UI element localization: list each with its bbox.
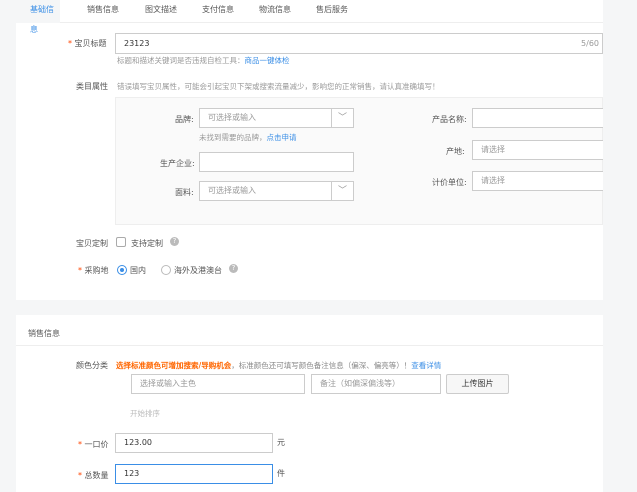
color-input[interactable]: 选择或输入主色 <box>131 374 305 394</box>
tab-after-sales[interactable]: 售后服务 <box>316 0 348 23</box>
fabric-label: 面料: <box>175 188 194 197</box>
upload-image-button[interactable]: 上传图片 <box>446 374 509 394</box>
color-tip: 选择标准颜色可增加搜索/导购机会，标准颜色还可填写颜色备注信息（偏深、偏亮等）！… <box>116 361 442 370</box>
sales-panel <box>16 315 603 492</box>
custom-checkbox[interactable] <box>116 237 126 247</box>
sales-section-title: 销售信息 <box>28 329 60 338</box>
maker-label: 生产企业: <box>160 159 195 168</box>
radio-domestic-label[interactable]: 国内 <box>130 265 146 276</box>
quantity-unit: 件 <box>277 469 285 478</box>
tab-sales[interactable]: 销售信息 <box>87 0 119 23</box>
view-details-link[interactable]: 查看详情 <box>411 361 441 370</box>
origin-select[interactable]: 请选择 <box>472 140 603 160</box>
chevron-down-icon[interactable]: ﹀ <box>331 182 353 200</box>
help-icon[interactable]: ? <box>170 237 179 246</box>
price-unit: 元 <box>277 438 285 447</box>
unit-select[interactable]: 请选择 <box>472 171 603 191</box>
tab-logistics[interactable]: 物流信息 <box>259 0 291 23</box>
title-label: * 宝贝标题 <box>68 39 107 48</box>
product-name-input[interactable] <box>472 108 603 128</box>
title-hint: 标题和描述关键词是否违规自检工具：商品一键体检 <box>117 56 290 65</box>
tab-description[interactable]: 图文描述 <box>145 0 177 23</box>
remark-input[interactable]: 备注（如偏深偏浅等） <box>311 374 441 394</box>
tab-basic[interactable]: 基础信息 <box>16 0 60 34</box>
start-sort-link[interactable]: 开始排序 <box>130 408 160 419</box>
product-check-link[interactable]: 商品一键体检 <box>245 56 290 65</box>
radio-overseas[interactable] <box>161 265 171 275</box>
radio-overseas-label[interactable]: 海外及港澳台 <box>174 265 222 276</box>
divider <box>16 345 603 346</box>
brand-select[interactable]: 可选择或输入 ﹀ <box>199 108 354 128</box>
unit-label: 计价单位: <box>432 178 467 187</box>
help-icon[interactable]: ? <box>229 264 238 273</box>
price-input[interactable]: 123.00 <box>115 433 273 453</box>
category-warning: 错误填写宝贝属性，可能会引起宝贝下架或搜索流量减少，影响您的正常销售，请认真准确… <box>117 82 440 91</box>
brand-hint: 未找到需要的品牌，点击申请 <box>199 133 297 142</box>
custom-label: 宝贝定制 <box>76 239 108 248</box>
apply-brand-link[interactable]: 点击申请 <box>267 133 297 142</box>
maker-input[interactable] <box>199 152 354 172</box>
title-char-count: 5/60 <box>581 39 599 48</box>
color-label: 颜色分类 <box>76 361 108 370</box>
radio-domestic[interactable] <box>117 265 127 275</box>
tab-payment[interactable]: 支付信息 <box>202 0 234 23</box>
quantity-label: * 总数量 <box>78 471 109 480</box>
purchase-label: * 采购地 <box>78 266 109 275</box>
fabric-select[interactable]: 可选择或输入 ﹀ <box>199 181 354 201</box>
price-label: * 一口价 <box>78 440 109 449</box>
title-input[interactable]: 23123 5/60 <box>115 33 603 54</box>
category-label: 类目属性 <box>76 82 108 91</box>
chevron-down-icon[interactable]: ﹀ <box>331 109 353 127</box>
brand-label: 品牌: <box>175 115 194 124</box>
product-name-label: 产品名称: <box>432 115 467 124</box>
custom-option-label[interactable]: 支持定制 <box>131 238 163 249</box>
origin-label: 产地: <box>446 147 465 156</box>
quantity-input[interactable]: 123 <box>115 464 273 484</box>
